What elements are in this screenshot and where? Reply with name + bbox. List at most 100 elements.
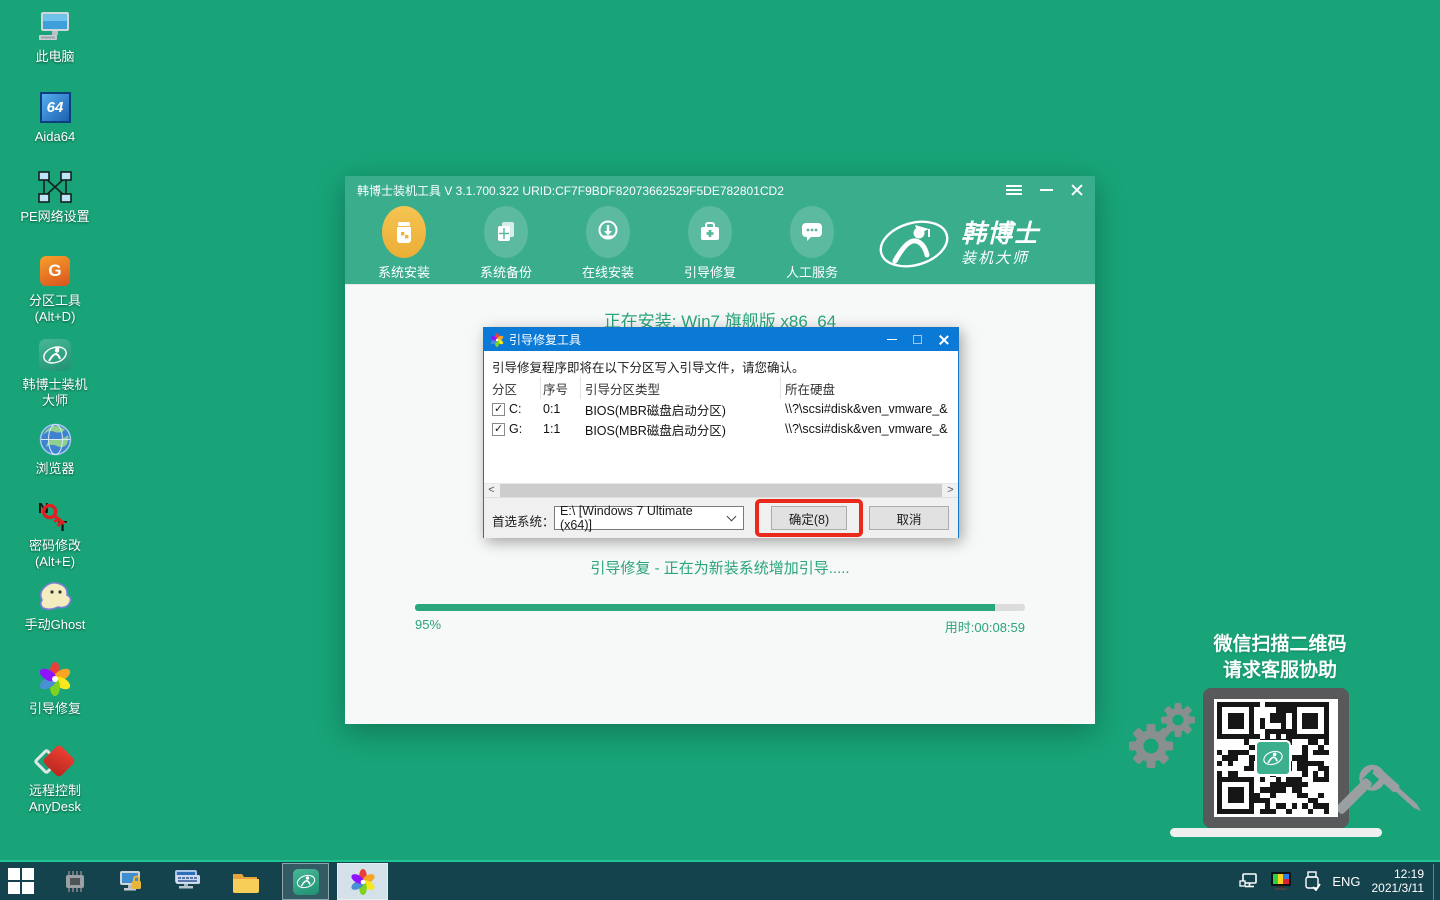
progress-percent: 95% (415, 617, 441, 632)
gears-icon (1126, 694, 1204, 779)
show-desktop-button[interactable] (1433, 864, 1440, 900)
elapsed-time: 用时:00:08:59 (945, 617, 1025, 636)
table-row[interactable]: G: 1:1 BIOS(MBR磁盘启动分区) \\?\scsi#disk&ven… (484, 419, 958, 439)
pinwheel-icon (490, 333, 504, 347)
chevron-down-icon (727, 511, 737, 521)
desktop-icon-label: 分区工具 (Alt+D) (0, 293, 110, 325)
anydesk-icon (37, 743, 73, 779)
cancel-button[interactable]: 取消 (869, 506, 949, 530)
status-text: 引导修复 - 正在为新装系统增加引导..... (345, 557, 1095, 578)
table-row[interactable]: C: 0:1 BIOS(MBR磁盘启动分区) \\?\scsi#disk&ven… (484, 399, 958, 419)
partition-list: 分区 序号 引导分区类型 所在硬盘 C: 0:1 BIOS(MBR磁盘启动分区)… (484, 377, 958, 483)
preferred-system-label: 首选系统： (492, 511, 555, 530)
desktop-icon-label: 手动Ghost (0, 617, 110, 633)
table-header: 分区 序号 引导分区类型 所在硬盘 (484, 377, 958, 399)
dialog-minimize-icon[interactable] (887, 339, 897, 341)
system-backup-icon (484, 206, 528, 258)
ghost-icon (0, 576, 110, 614)
dialog-title: 引导修复工具 (509, 331, 882, 348)
hanboshi-icon (39, 339, 71, 371)
brand-subtitle: 装机大师 (961, 247, 1039, 268)
desktop-icon-password-reset[interactable]: NT 密码修改 (Alt+E) (0, 497, 110, 570)
pinwheel-icon (0, 660, 110, 698)
desktop-icon-label: 韩博士装机 大师 (0, 377, 110, 409)
tab-support[interactable]: 人工服务 (776, 204, 848, 284)
desktop-icon-label: 远程控制 AnyDesk (0, 783, 110, 815)
boot-repair-icon (688, 206, 732, 258)
system-install-icon (382, 206, 426, 258)
chat-icon (790, 206, 834, 258)
desktop-icon-partition-tool[interactable]: G 分区工具 (Alt+D) (0, 252, 110, 325)
close-icon[interactable] (1071, 184, 1083, 196)
window-title: 韩博士装机工具 V 3.1.700.322 URID:CF7F9BDF82073… (357, 182, 1006, 199)
tab-system-install[interactable]: 系统安装 (368, 204, 440, 284)
taskbar-lock-screen-icon[interactable] (116, 867, 146, 897)
window-titlebar: 韩博士装机工具 V 3.1.700.322 URID:CF7F9BDF82073… (345, 176, 1095, 204)
aida64-icon: 64 (40, 92, 71, 123)
network-icon (0, 168, 110, 206)
dialog-footer: 首选系统： E:\ [Windows 7 Ultimate (x64)] 确定(… (484, 497, 958, 538)
taskbar-chip-icon[interactable] (60, 867, 90, 897)
scroll-left-icon[interactable]: < (484, 484, 499, 497)
ok-button[interactable]: 确定(8) (771, 506, 847, 530)
computer-icon (0, 8, 110, 46)
tab-online-install[interactable]: 在线安装 (572, 204, 644, 284)
taskbar-hanboshi-window[interactable] (282, 863, 329, 900)
qr-caption-line1: 微信扫描二维码 (1120, 632, 1440, 658)
progress-fill (415, 604, 995, 611)
taskbar-explorer-icon[interactable] (230, 867, 260, 897)
start-button[interactable] (8, 868, 36, 896)
online-install-icon (586, 206, 630, 258)
desktop-icon-hanboshi[interactable]: 韩博士装机 大师 (0, 336, 110, 409)
preferred-system-select[interactable]: E:\ [Windows 7 Ultimate (x64)] (554, 506, 744, 530)
desktop-icon-boot-repair[interactable]: 引导修复 (0, 660, 110, 717)
desktop-icon-browser[interactable]: 浏览器 (0, 420, 110, 477)
progress-bar (415, 604, 1025, 611)
taskbar-boot-repair-window[interactable] (337, 863, 388, 900)
brand-logo: 韩博士 装机大师 (877, 217, 1039, 271)
display-color-tray-icon[interactable] (1270, 871, 1292, 891)
usb-tray-icon[interactable] (1303, 871, 1321, 891)
checkbox[interactable] (492, 403, 505, 416)
qr-caption-line2: 请求客服协助 (1120, 658, 1440, 684)
diskgenius-icon: G (40, 256, 70, 286)
desktop-icon-label: Aida64 (0, 129, 110, 145)
desktop-icon-label: 此电脑 (0, 49, 110, 65)
desktop-icon-pe-network[interactable]: PE网络设置 (0, 168, 110, 225)
minimize-icon[interactable] (1040, 189, 1053, 191)
desktop-icon-ghost[interactable]: 手动Ghost (0, 576, 110, 633)
scrollbar-thumb[interactable] (500, 484, 942, 497)
language-indicator[interactable]: ENG (1332, 874, 1360, 889)
tab-system-backup[interactable]: 系统备份 (470, 204, 542, 284)
desktop-icon-label: PE网络设置 (0, 209, 110, 225)
desktop-icon-this-pc[interactable]: 此电脑 (0, 8, 110, 65)
clock-time: 12:19 (1372, 867, 1425, 881)
qr-center-logo (1255, 740, 1291, 776)
dialog-message: 引导修复程序即将在以下分区写入引导文件，请您确认。 (484, 351, 958, 377)
clock[interactable]: 12:19 2021/3/11 (1372, 867, 1425, 895)
nt-key-icon: NT (0, 497, 110, 535)
tab-boot-repair[interactable]: 引导修复 (674, 204, 746, 284)
checkbox[interactable] (492, 423, 505, 436)
boot-repair-dialog: 引导修复工具 引导修复程序即将在以下分区写入引导文件，请您确认。 分区 序号 引… (483, 327, 959, 538)
desktop-icon-label: 引导修复 (0, 701, 110, 717)
taskbar-keyboard-icon[interactable] (173, 867, 203, 897)
globe-icon (0, 420, 110, 458)
desktop-icon-aida64[interactable]: 64 Aida64 (0, 88, 110, 145)
brand-logo-icon (877, 217, 951, 271)
dialog-close-icon[interactable] (938, 335, 948, 345)
system-tray: ENG 12:19 2021/3/11 (1239, 862, 1424, 900)
taskbar: ENG 12:19 2021/3/11 (0, 860, 1440, 900)
desktop-icon-label: 浏览器 (0, 461, 110, 477)
qr-code-frame (1203, 688, 1349, 828)
dialog-maximize-icon[interactable] (913, 335, 922, 344)
brand-name: 韩博士 (961, 221, 1039, 247)
scroll-right-icon[interactable]: > (943, 484, 958, 497)
network-tray-icon[interactable] (1239, 872, 1259, 890)
qr-help-panel: 微信扫描二维码 请求客服协助 (1120, 632, 1440, 684)
pinwheel-icon (350, 869, 376, 895)
window-toolbar: 系统安装 系统备份 在线安装 引导修复 人工服务 (345, 204, 1095, 284)
menu-icon[interactable] (1006, 185, 1022, 195)
horizontal-scrollbar[interactable]: < > (484, 483, 958, 497)
desktop-icon-anydesk[interactable]: 远程控制 AnyDesk (0, 742, 110, 815)
